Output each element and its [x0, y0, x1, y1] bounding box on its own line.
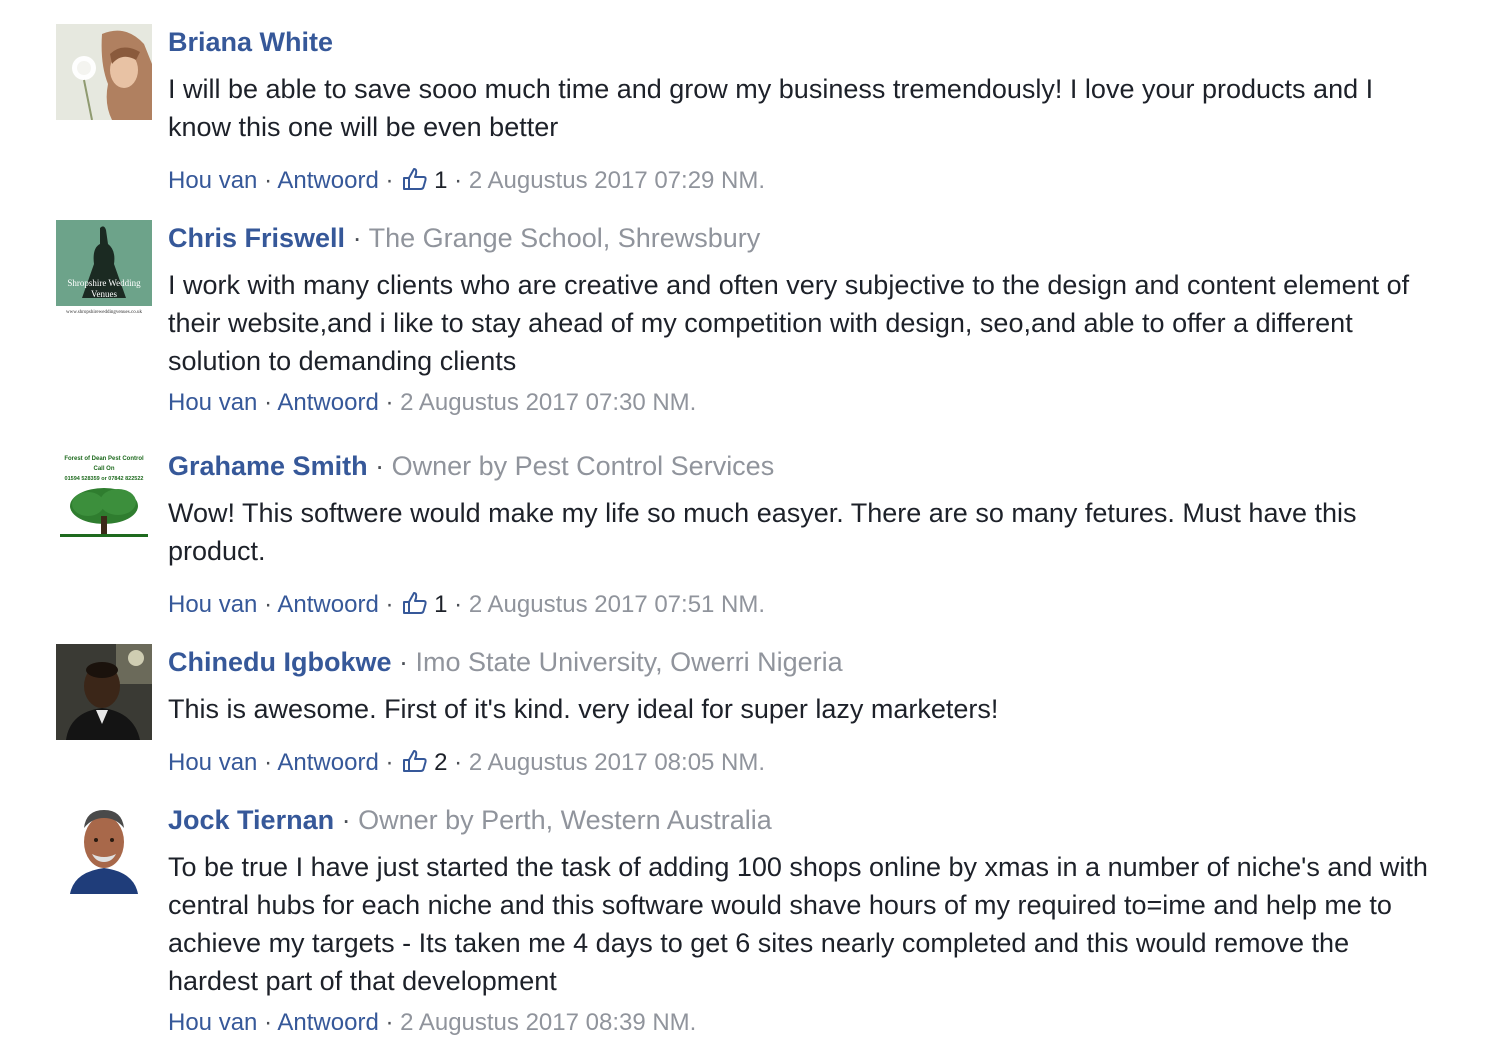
comment-author[interactable]: Briana White [168, 27, 333, 57]
avatar[interactable] [56, 644, 152, 740]
thumbs-up-icon[interactable] [402, 167, 428, 191]
avatar-photo [56, 644, 152, 740]
avatar[interactable] [56, 24, 152, 120]
avatar-logo: Forest of Dean Pest Control Call On 0159… [56, 448, 152, 544]
comment-actions: Hou van · Antwoord · 1 · 2 Augustus 2017… [168, 591, 766, 618]
like-link[interactable]: Hou van [168, 389, 257, 416]
like-link[interactable]: Hou van [168, 749, 257, 776]
avatar-logo-text: www.shropshireweddingvenues.co.uk [66, 310, 142, 315]
comment-text: To be true I have just started the task … [168, 852, 1428, 996]
thumbs-up-icon[interactable] [402, 591, 428, 615]
comment-timestamp[interactable]: 2 Augustus 2017 07:51 NM. [469, 591, 765, 618]
like-count[interactable]: 2 [434, 749, 447, 776]
comment-author-org[interactable]: Owner by Perth, Western Australia [358, 805, 772, 835]
avatar-logo-text: Forest of Dean Pest Control [64, 456, 144, 462]
like-link[interactable]: Hou van [168, 1009, 257, 1036]
comment-timestamp[interactable]: 2 Augustus 2017 08:39 NM. [400, 1009, 696, 1036]
comment-timestamp[interactable]: 2 Augustus 2017 07:30 NM. [400, 389, 696, 416]
comment-author[interactable]: Chris Friswell [168, 223, 345, 253]
comment-actions: Hou van · Antwoord · 2 · 2 Augustus 2017… [168, 749, 766, 776]
comment-text: I work with many clients who are creativ… [168, 270, 1410, 376]
comment-text: This is awesome. First of it's kind. ver… [168, 694, 999, 724]
avatar[interactable] [56, 802, 152, 898]
comment-author[interactable]: Jock Tiernan [168, 805, 334, 835]
comment-list: Briana White I will be able to save sooo… [0, 0, 1490, 1054]
comment-author-org[interactable]: Owner by Pest Control Services [392, 451, 775, 481]
comment-timestamp[interactable]: 2 Augustus 2017 07:29 NM. [469, 167, 765, 194]
reply-link[interactable]: Antwoord [277, 591, 378, 618]
comment-actions: Hou van · Antwoord · 2 Augustus 2017 07:… [168, 389, 697, 416]
avatar-photo [56, 24, 152, 120]
comment-text: I will be able to save sooo much time an… [168, 74, 1374, 142]
avatar-logo-text: 01594 528359 or 07842 822522 [65, 476, 144, 482]
thumbs-up-icon[interactable] [402, 749, 428, 773]
reply-link[interactable]: Antwoord [277, 167, 378, 194]
comment-author-org[interactable]: Imo State University, Owerri Nigeria [416, 647, 843, 677]
comment-actions: Hou van · Antwoord · 1 · 2 Augustus 2017… [168, 167, 766, 194]
like-count[interactable]: 1 [434, 167, 447, 194]
like-link[interactable]: Hou van [168, 167, 257, 194]
reply-link[interactable]: Antwoord [277, 389, 378, 416]
avatar-logo: Shropshire Wedding Venues www.shropshire… [56, 220, 152, 316]
avatar-logo-text: Shropshire Wedding [67, 278, 141, 288]
comment-author[interactable]: Chinedu Igbokwe [168, 647, 392, 677]
avatar-logo-text: Call On [93, 466, 114, 472]
like-count[interactable]: 1 [434, 591, 447, 618]
avatar[interactable]: Forest of Dean Pest Control Call On 0159… [56, 448, 152, 544]
comment-author-org[interactable]: The Grange School, Shrewsbury [369, 223, 761, 253]
avatar-logo-text: Venues [91, 289, 117, 299]
avatar-photo [56, 802, 152, 898]
comment-author[interactable]: Grahame Smith [168, 451, 368, 481]
reply-link[interactable]: Antwoord [277, 1009, 378, 1036]
avatar[interactable]: Shropshire Wedding Venues www.shropshire… [56, 220, 152, 316]
comment-text: Wow! This softwere would make my life so… [168, 498, 1357, 566]
comment-timestamp[interactable]: 2 Augustus 2017 08:05 NM. [469, 749, 765, 776]
like-link[interactable]: Hou van [168, 591, 257, 618]
reply-link[interactable]: Antwoord [277, 749, 378, 776]
comment-actions: Hou van · Antwoord · 2 Augustus 2017 08:… [168, 1009, 697, 1036]
